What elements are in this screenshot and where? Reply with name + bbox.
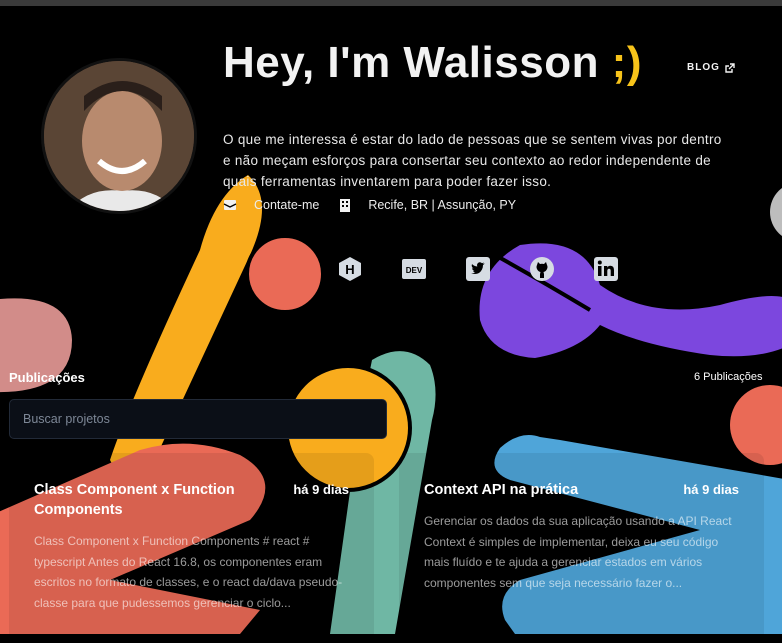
twitter-icon[interactable] — [465, 256, 491, 282]
external-link-icon — [725, 63, 735, 73]
profile-avatar — [41, 58, 197, 214]
location-label: Recife, BR | Assunção, PY — [368, 198, 516, 212]
card-description: Gerenciar os dados da sua aplicação usan… — [424, 511, 739, 593]
card-title: Context API na prática — [424, 480, 578, 500]
search-input[interactable] — [9, 399, 387, 439]
contact-label: Contate-me — [254, 198, 319, 212]
svg-text:DEV: DEV — [406, 266, 423, 275]
contact-row: Contate-me Recife, BR | Assunção, PY — [223, 198, 536, 212]
github-icon[interactable] — [529, 256, 555, 282]
coral-circle — [247, 236, 323, 312]
dev-icon[interactable]: DEV — [401, 256, 427, 282]
blog-link[interactable]: BLOG — [687, 62, 735, 73]
location: Recife, BR | Assunção, PY — [339, 198, 516, 212]
publications-count: 6 Publicações — [694, 371, 763, 383]
card-title: Class Component x Function Components — [34, 480, 264, 520]
publication-card[interactable]: Context API na prática há 9 dias Gerenci… — [399, 453, 764, 643]
building-icon — [339, 198, 351, 212]
linkedin-icon[interactable] — [593, 256, 619, 282]
card-date: há 9 dias — [293, 480, 349, 500]
card-date: há 9 dias — [683, 480, 739, 500]
mail-icon — [223, 198, 237, 212]
hashnode-icon[interactable]: H — [337, 256, 363, 282]
social-links: H DEV — [337, 256, 619, 282]
bio-text: O que me interessa é estar do lado de pe… — [223, 129, 733, 192]
publication-card[interactable]: Class Component x Function Components há… — [9, 453, 374, 643]
page-title: Hey, I'm Walisson ;) — [223, 38, 642, 88]
card-description: Class Component x Function Components # … — [34, 531, 349, 613]
grey-circle-right — [770, 182, 782, 242]
blog-link-label: BLOG — [687, 62, 720, 73]
svg-text:H: H — [345, 262, 354, 277]
contact-link[interactable]: Contate-me — [223, 198, 319, 212]
publications-title: Publicações — [9, 370, 85, 385]
